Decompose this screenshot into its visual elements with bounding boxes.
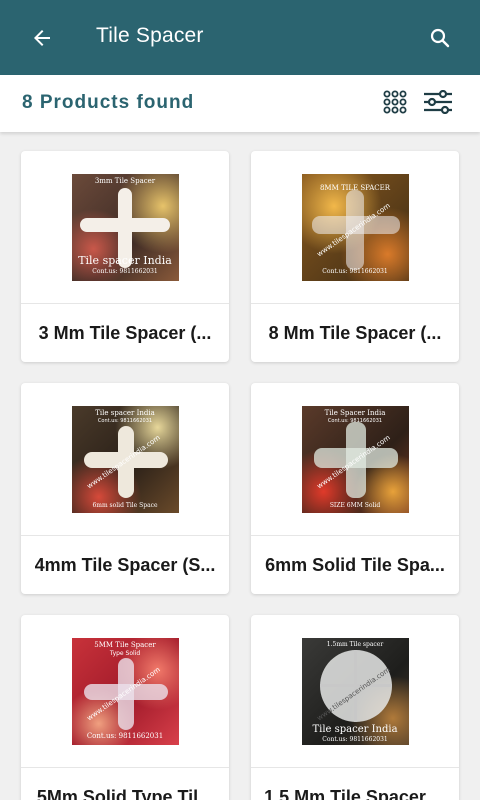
back-button[interactable] — [28, 24, 56, 52]
product-count: 8 Products found — [22, 92, 195, 113]
product-image: 3mm Tile Spacer Tile spacer India Cont.u… — [71, 173, 179, 281]
product-name: 4mm Tile Spacer (S... — [34, 554, 216, 575]
filter-button[interactable] — [421, 88, 455, 116]
product-name: 6mm Solid Tile Spa... — [265, 554, 445, 575]
product-card[interactable]: 1.5mm Tile spacer www.tilespacerindia.co… — [251, 615, 459, 800]
grid-view-icon — [383, 90, 407, 114]
product-image: Tile spacer India Cont.us: 9811662031 ww… — [71, 405, 179, 513]
search-icon — [430, 28, 450, 48]
product-name: 1.5 Mm Tile Spacer ... — [264, 786, 446, 800]
filter-sliders-icon — [424, 90, 452, 114]
product-card[interactable]: 8MM TILE SPACER www.tilespacerindia.com … — [251, 151, 459, 362]
grid-view-button[interactable] — [381, 88, 409, 116]
product-image: Tile Spacer India Cont.us: 9811662031 ww… — [301, 405, 409, 513]
product-card[interactable]: 3mm Tile Spacer Tile spacer India Cont.u… — [21, 151, 229, 362]
product-card[interactable]: Tile spacer India Cont.us: 9811662031 ww… — [21, 383, 229, 594]
product-card[interactable]: Tile Spacer India Cont.us: 9811662031 ww… — [251, 383, 459, 594]
page-title: Tile Spacer — [96, 24, 204, 47]
product-image: 5MM Tile Spacer Type Solid www.tilespace… — [71, 637, 179, 745]
product-card[interactable]: 5MM Tile Spacer Type Solid www.tilespace… — [21, 615, 229, 800]
product-image: 8MM TILE SPACER www.tilespacerindia.com … — [301, 173, 409, 281]
app-bar: Tile Spacer — [0, 0, 480, 75]
arrow-left-icon — [34, 30, 50, 46]
product-image: 1.5mm Tile spacer www.tilespacerindia.co… — [301, 637, 409, 745]
product-name: 5Mm Solid Type Til... — [36, 786, 214, 800]
product-name: 3 Mm Tile Spacer (... — [38, 322, 212, 343]
product-name: 8 Mm Tile Spacer (... — [268, 322, 442, 343]
search-button[interactable] — [428, 26, 452, 50]
